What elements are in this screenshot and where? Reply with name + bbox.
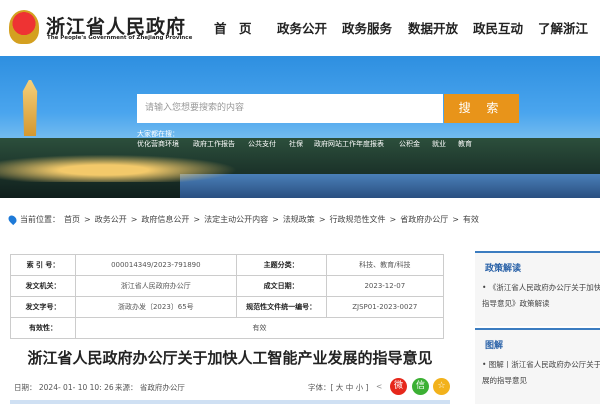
- search-input[interactable]: 请输入您想要搜索的内容: [137, 94, 443, 123]
- share-icon[interactable]: <: [376, 382, 382, 391]
- breadcrumb-item[interactable]: 行政规范性文件: [330, 214, 386, 225]
- policy-link[interactable]: • 《浙江省人民政府办公厅关于加快人工智能产业发展的指导意见》政策解读: [475, 274, 600, 318]
- breadcrumb: 当前位置： 首页 > 政务公开 > 政府信息公开 > 法定主动公开内容 > 法规政策 > …: [6, 213, 479, 226]
- nav-interaction[interactable]: 政民互动: [473, 18, 523, 37]
- hot-link[interactable]: 公积金: [399, 139, 420, 149]
- site-subtitle: The People's Government of Zhejiang Prov…: [47, 35, 193, 41]
- nav-open-data[interactable]: 数据开放: [408, 18, 458, 37]
- label: 规范性文件统一编号：: [235, 296, 327, 318]
- breadcrumb-item[interactable]: 政府信息公开: [141, 214, 189, 225]
- doc-number: 浙政办发〔2023〕65号: [75, 296, 237, 318]
- label: 成文日期：: [235, 275, 327, 297]
- hot-link[interactable]: 优化营商环境: [137, 139, 179, 149]
- graphic-panel: 图解 • 图解丨浙江省人民政府办公厅关于加快人工智能产业发展的指导意见: [475, 328, 600, 404]
- label: 索 引 号：: [10, 254, 76, 276]
- favorite-star-icon[interactable]: ☆: [433, 378, 450, 395]
- label: 发文字号：: [10, 296, 76, 318]
- label: 主题分类：: [235, 254, 327, 276]
- banner-image: [0, 56, 600, 198]
- nav-gov-affairs-open[interactable]: 政务公开: [277, 18, 327, 37]
- graphic-link[interactable]: • 图解丨浙江省人民政府办公厅关于加快人工智能产业发展的指导意见: [475, 351, 600, 395]
- nav-gov-services[interactable]: 政务服务: [342, 18, 392, 37]
- validity: 有效: [75, 317, 444, 339]
- hot-link[interactable]: 就业: [432, 139, 446, 149]
- hot-link[interactable]: 政府网站工作年度报表: [314, 139, 384, 149]
- topic: 科技、教育/科技: [325, 254, 445, 276]
- article-date: 日期： 2024- 01- 10 10: 26: [14, 383, 114, 392]
- breadcrumb-item[interactable]: 法规政策: [283, 214, 315, 225]
- nav-about-zhejiang[interactable]: 了解浙江: [538, 18, 588, 37]
- issuing-org: 浙江省人民政府办公厅: [75, 275, 237, 297]
- hot-link[interactable]: 政府工作报告: [193, 139, 235, 149]
- search-button[interactable]: 搜 索: [444, 94, 519, 123]
- breadcrumb-item[interactable]: 有效: [463, 214, 479, 225]
- national-emblem-logo: [9, 10, 39, 44]
- breadcrumb-label: 当前位置：: [20, 215, 60, 224]
- wechat-share-icon[interactable]: 信: [412, 378, 429, 395]
- breadcrumb-item[interactable]: 省政府办公厅: [400, 214, 448, 225]
- hot-link[interactable]: 社保: [289, 139, 303, 149]
- weibo-share-icon[interactable]: 微: [390, 378, 407, 395]
- font-size-control[interactable]: 字体：[ 大 中 小 ]: [308, 382, 368, 393]
- article-source: 来源： 省政府办公厅: [115, 383, 185, 392]
- breadcrumb-item[interactable]: 法定主动公开内容: [204, 214, 268, 225]
- breadcrumb-item[interactable]: 首页: [64, 214, 80, 225]
- policy-interpretation-panel: 政策解读 • 《浙江省人民政府办公厅关于加快人工智能产业发展的指导意见》政策解读: [475, 251, 600, 326]
- breadcrumb-item[interactable]: 政务公开: [95, 214, 127, 225]
- doc-code: ZJSP01-2023-0027: [325, 296, 445, 318]
- label: 发文机关：: [10, 275, 76, 297]
- hot-search-label: 大家都在搜：: [137, 130, 179, 138]
- label: 有效性：: [10, 317, 76, 339]
- nav-home[interactable]: 首 页: [214, 18, 252, 37]
- pagoda-image: [22, 80, 38, 136]
- doc-date: 2023-12-07: [325, 275, 445, 297]
- hot-link[interactable]: 公共支付: [248, 139, 276, 149]
- location-pin-icon: [6, 213, 19, 226]
- article-title: 浙江省人民政府办公厅关于加快人工智能产业发展的指导意见: [27, 349, 433, 367]
- index-number: 000014349/2023-791890: [75, 254, 237, 276]
- panel-title: 政策解读: [485, 264, 522, 274]
- site-header: 浙江省人民政府 The People's Government of Zheji…: [0, 0, 600, 56]
- document-info-table: 索 引 号： 000014349/2023-791890 主题分类： 科技、教育/科技…: [10, 254, 445, 339]
- panel-title: 图解: [485, 341, 504, 351]
- hot-link[interactable]: 教育: [458, 139, 472, 149]
